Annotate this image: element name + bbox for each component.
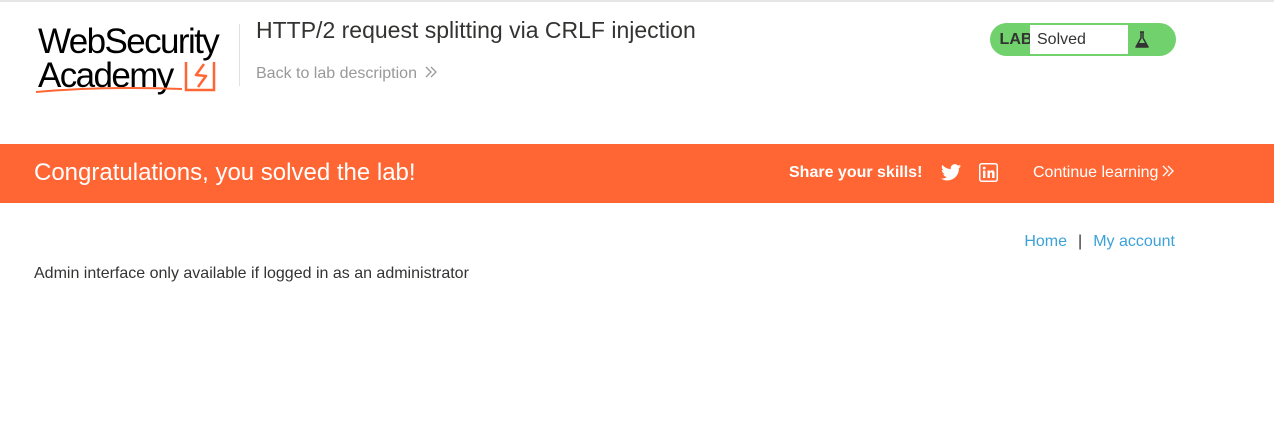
my-account-link[interactable]: My account xyxy=(1093,233,1175,251)
chevron-double-right-icon xyxy=(425,65,437,83)
lab-status-text: Solved xyxy=(1030,25,1128,54)
back-link-label: Back to lab description xyxy=(256,65,417,82)
flask-icon xyxy=(1130,23,1154,56)
continue-learning-link[interactable]: Continue learning xyxy=(1033,164,1175,182)
back-to-lab-link[interactable]: Back to lab description xyxy=(256,65,437,83)
lab-status-badge: LAB Solved xyxy=(990,23,1176,56)
account-nav: Home | My account xyxy=(1024,233,1175,251)
share-skills-label: Share your skills! xyxy=(789,164,923,181)
top-rule xyxy=(0,0,1274,2)
logo-bolt-icon xyxy=(35,62,216,93)
linkedin-icon[interactable] xyxy=(979,163,998,187)
academy-logo[interactable]: WebSecurity Academy xyxy=(34,20,240,96)
chevron-double-right-icon xyxy=(1162,164,1175,182)
nav-separator: | xyxy=(1078,233,1083,250)
admin-interface-message: Admin interface only available if logged… xyxy=(34,265,469,282)
twitter-icon[interactable] xyxy=(941,164,961,186)
continue-learning-label: Continue learning xyxy=(1033,164,1159,181)
congratulations-message: Congratulations, you solved the lab! xyxy=(34,159,416,186)
header-divider xyxy=(239,24,240,86)
congratulations-banner: Congratulations, you solved the lab! Sha… xyxy=(0,144,1274,203)
lab-title: HTTP/2 request splitting via CRLF inject… xyxy=(256,17,696,43)
home-link[interactable]: Home xyxy=(1024,233,1067,251)
